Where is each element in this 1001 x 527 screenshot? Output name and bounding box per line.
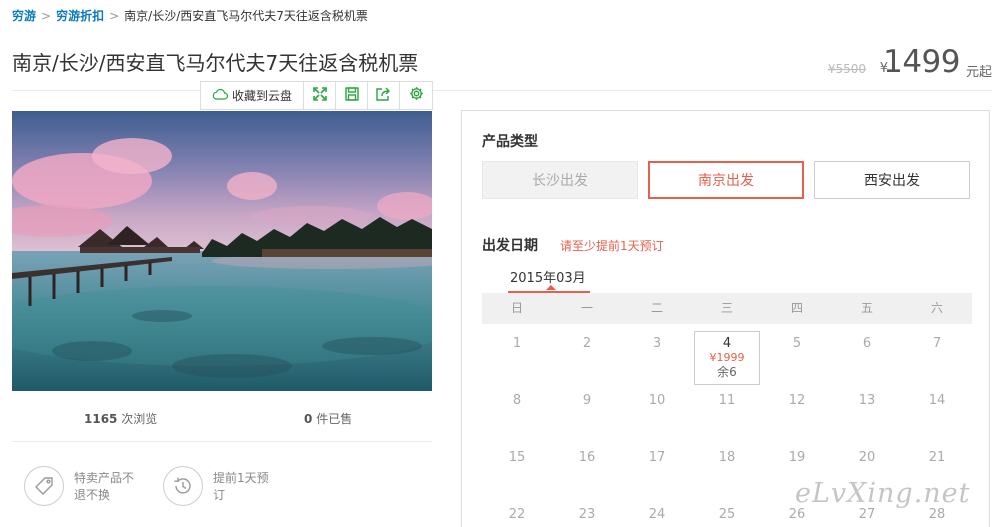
price-unit: 元起 [965,65,992,80]
weekday-label: 五 [860,301,873,315]
calendar-day: 22 [508,507,526,522]
calendar-day: 5 [792,336,802,351]
booking-panel: 产品类型 长沙出发 南京出发 西安出发 出发日期 请至少提前1天预订 2015年… [461,110,990,527]
calendar-day: 6 [862,336,872,351]
weekday-label: 二 [650,301,663,315]
page-title: 南京/长沙/西安直飞马尔代夫7天往返含税机票 [12,51,419,75]
save-to-cloud-button[interactable]: 收藏到云盘 [201,82,304,109]
image-toolbar: 收藏到云盘 [200,81,433,110]
calendar-day: 10 [648,393,666,408]
breadcrumb-separator: > [109,9,120,23]
calendar-day: 14 [928,393,946,408]
type-option-changsha[interactable]: 长沙出发 [482,161,638,199]
watermark: eLvXing.net [795,478,971,509]
sold-count: 0 件已售 [304,410,352,427]
calendar-day: 23 [578,507,596,522]
product-photo [12,111,432,391]
available-day-number: 4 [722,336,732,351]
calendar-day: 2 [582,336,592,351]
share-button[interactable] [368,82,400,109]
product-stats: 1165 次浏览 0 件已售 [12,410,432,428]
current-price: 1499 [883,44,960,80]
feature-text: 特卖产品不退不换 [74,471,135,502]
history-icon [163,466,203,506]
view-count: 1165 次浏览 [84,410,157,427]
calendar-week: 8 9 10 11 12 13 14 [482,381,972,438]
product-type-label: 产品类型 [482,134,538,150]
calendar-day: 25 [718,507,736,522]
weekday-label: 日 [510,301,523,315]
tag-icon [24,466,64,506]
month-caret [546,285,556,290]
month-tab[interactable]: 2015年03月 [510,267,586,286]
calendar-weekdays: 日 一 二 三 四 五 六 [482,293,972,324]
sold-count-label: 件已售 [316,412,353,426]
available-day-remaining: 余6 [717,365,737,379]
gear-icon [409,86,424,105]
calendar-day: 9 [582,393,592,408]
save-icon [344,86,359,105]
date-hint: 请至少提前1天预订 [560,239,664,253]
cloud-icon [212,88,229,103]
feature-no-refund: 特卖产品不退不换 [24,466,138,506]
breadcrumb-link-discount[interactable]: 穷游折扣 [56,9,104,23]
type-option-nanjing[interactable]: 南京出发 [648,161,804,199]
feature-text: 提前1天预订 [213,471,269,502]
calendar-day: 1 [512,336,522,351]
weekday-label: 三 [720,301,733,315]
divider [12,90,992,91]
weekday-label: 一 [580,301,593,315]
calendar-day: 3 [652,336,662,351]
available-date-box[interactable]: 4 ¥1999 余6 [694,331,760,385]
view-count-label: 次浏览 [121,412,158,426]
departure-date-label: 出发日期 [482,238,538,254]
available-day-price: ¥1999 [709,351,745,364]
calendar-day: 11 [718,393,736,408]
share-icon [376,86,391,105]
calendar-day-available[interactable]: 4 ¥1999 余6 [692,324,762,385]
feature-advance-booking: 提前1天预订 [163,466,277,506]
calendar-day: 13 [858,393,876,408]
calendar-day: 8 [512,393,522,408]
weekday-label: 四 [790,301,803,315]
save-button[interactable] [336,82,368,109]
divider [12,441,432,442]
type-option-xian[interactable]: 西安出发 [814,161,970,199]
view-count-number: 1165 [84,412,118,426]
calendar-day: 18 [718,450,736,465]
calendar-day: 12 [788,393,806,408]
settings-button[interactable] [400,82,432,109]
calendar-day: 24 [648,507,666,522]
breadcrumb-separator: > [41,9,52,23]
original-price: ¥5500 [827,62,866,76]
breadcrumb: 穷游 > 穷游折扣 > 南京/长沙/西安直飞马尔代夫7天往返含税机票 [12,8,368,24]
breadcrumb-current: 南京/长沙/西安直飞马尔代夫7天往返含税机票 [124,9,368,23]
calendar-day: 15 [508,450,526,465]
sold-count-number: 0 [304,412,313,426]
price-block: ¥5500 ¥ 1499 元起 [802,44,992,80]
expand-icon [312,86,327,105]
calendar-day: 7 [932,336,942,351]
calendar-week: 1 2 3 4 ¥1999 余6 5 6 7 [482,324,972,385]
calendar-day: 17 [648,450,666,465]
breadcrumb-link-qiongyou[interactable]: 穷游 [12,9,36,23]
save-to-cloud-label: 收藏到云盘 [231,89,292,103]
weekday-label: 六 [930,301,943,315]
calendar-day: 16 [578,450,596,465]
fullscreen-button[interactable] [304,82,336,109]
